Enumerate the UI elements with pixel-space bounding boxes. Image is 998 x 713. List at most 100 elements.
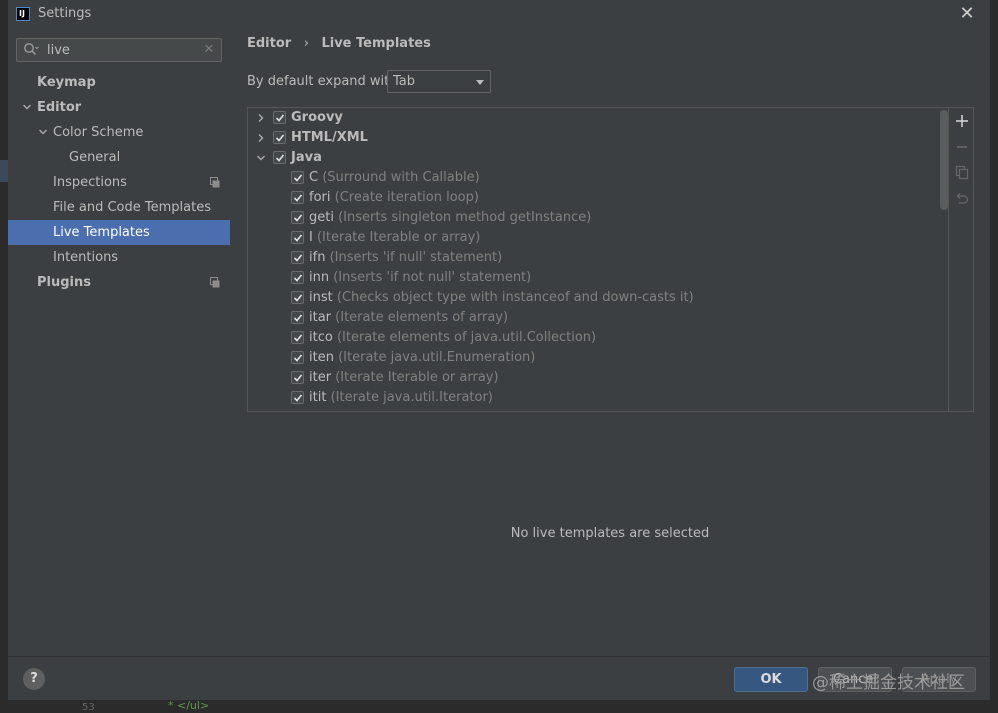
- template-row[interactable]: I (Iterate Iterable or array): [248, 228, 938, 248]
- template-row[interactable]: fori (Create iteration loop): [248, 188, 938, 208]
- editor-background: [8, 700, 990, 711]
- template-row[interactable]: C (Surround with Callable): [248, 168, 938, 188]
- group-name: Java: [291, 150, 322, 165]
- help-button[interactable]: ?: [23, 668, 45, 690]
- sidebar-item-label: File and Code Templates: [53, 200, 211, 215]
- breadcrumb-separator: ›: [303, 36, 309, 51]
- sidebar-item-label: Inspections: [53, 175, 127, 190]
- template-row[interactable]: itar (Iterate elements of array): [248, 308, 938, 328]
- template-checkbox[interactable]: [291, 231, 304, 244]
- template-abbreviation: inst: [309, 290, 333, 305]
- restore-icon[interactable]: [953, 190, 971, 208]
- clear-search-icon[interactable]: ✕: [201, 41, 217, 59]
- group-name: HTML/XML: [291, 130, 368, 145]
- template-group-groovy[interactable]: Groovy: [248, 108, 938, 128]
- expand-with-dropdown[interactable]: Tab: [387, 70, 491, 93]
- group-checkbox[interactable]: [273, 151, 286, 164]
- sidebar-item-file-and-code-templates[interactable]: File and Code Templates: [8, 195, 230, 220]
- template-abbreviation: I: [309, 230, 313, 245]
- settings-sidebar: ✕ Keymap Editor Color Scheme General Inspect…: [8, 30, 230, 656]
- sidebar-item-editor[interactable]: Editor: [8, 95, 230, 120]
- templates-tree-panel: Groovy HTML/XML Java C (Surround with Calla…: [247, 107, 974, 412]
- template-description: (Checks object type with instanceof and …: [336, 290, 694, 305]
- settings-search[interactable]: ✕: [16, 38, 222, 62]
- template-checkbox[interactable]: [291, 211, 304, 224]
- template-description: (Create iteration loop): [334, 190, 479, 205]
- template-checkbox[interactable]: [291, 391, 304, 404]
- template-checkbox[interactable]: [291, 371, 304, 384]
- template-checkbox[interactable]: [291, 331, 304, 344]
- sidebar-item-color-scheme[interactable]: Color Scheme: [8, 120, 230, 145]
- template-description: (Iterate elements of array): [335, 310, 509, 325]
- template-abbreviation: inn: [309, 270, 330, 285]
- template-abbreviation: itit: [309, 390, 327, 405]
- template-row[interactable]: iter (Iterate Iterable or array): [248, 368, 938, 388]
- template-abbreviation: itar: [309, 310, 332, 325]
- template-abbreviation: iten: [309, 350, 334, 365]
- editor-code-line: * </ul>: [168, 699, 210, 712]
- group-checkbox[interactable]: [273, 131, 286, 144]
- breadcrumb-live-templates: Live Templates: [321, 36, 431, 51]
- tree-scrollbar[interactable]: [940, 110, 948, 210]
- sidebar-item-label: Live Templates: [53, 225, 150, 240]
- checkmark-icon: [275, 154, 285, 162]
- sidebar-item-label: Editor: [37, 100, 82, 115]
- template-row[interactable]: inn (Inserts 'if not null' statement): [248, 268, 938, 288]
- group-checkbox[interactable]: [273, 111, 286, 124]
- template-description: (Iterate java.util.Enumeration): [338, 350, 536, 365]
- template-row[interactable]: inst (Checks object type with instanceof…: [248, 288, 938, 308]
- plus-icon[interactable]: [953, 112, 971, 130]
- template-row[interactable]: iten (Iterate java.util.Enumeration): [248, 348, 938, 368]
- template-description: (Iterate java.util.Iterator): [330, 390, 493, 405]
- sidebar-item-label: Plugins: [37, 275, 91, 290]
- template-row[interactable]: itit (Iterate java.util.Iterator): [248, 388, 938, 408]
- templates-toolbar: [948, 108, 973, 411]
- sidebar-item-inspections[interactable]: Inspections: [8, 170, 230, 195]
- template-row[interactable]: itco (Iterate elements of java.util.Coll…: [248, 328, 938, 348]
- sidebar-item-plugins[interactable]: Plugins: [8, 270, 230, 295]
- template-checkbox[interactable]: [291, 191, 304, 204]
- settings-dialog: IJ Settings ✕ ✕ Keymap Editor Color Scheme…: [8, 0, 990, 701]
- sidebar-item-label: Keymap: [37, 75, 96, 90]
- sidebar-item-keymap[interactable]: Keymap: [8, 70, 230, 95]
- template-description: (Iterate Iterable or array): [335, 370, 499, 385]
- template-checkbox[interactable]: [291, 351, 304, 364]
- template-description: (Surround with Callable): [322, 170, 480, 185]
- title-bar: IJ Settings ✕: [8, 0, 990, 30]
- minus-icon[interactable]: [953, 138, 971, 156]
- checkmark-icon: [293, 294, 303, 302]
- sidebar-item-live-templates[interactable]: Live Templates: [8, 220, 230, 245]
- sidebar-item-intentions[interactable]: Intentions: [8, 245, 230, 270]
- chevron-down-icon[interactable]: [22, 102, 32, 112]
- copy-icon[interactable]: [953, 164, 971, 182]
- close-icon[interactable]: ✕: [956, 3, 978, 25]
- template-abbreviation: iter: [309, 370, 332, 385]
- sidebar-item-general[interactable]: General: [8, 145, 230, 170]
- breadcrumb-editor[interactable]: Editor: [247, 36, 291, 51]
- template-checkbox[interactable]: [291, 271, 304, 284]
- chevron-right-icon[interactable]: [256, 113, 266, 123]
- template-row[interactable]: geti (Inserts singleton method getInstan…: [248, 208, 938, 228]
- chevron-down-icon: [476, 80, 484, 85]
- template-abbreviation: fori: [309, 190, 331, 205]
- template-checkbox[interactable]: [291, 251, 304, 264]
- template-group-html-xml[interactable]: HTML/XML: [248, 128, 938, 148]
- chevron-right-icon[interactable]: [256, 133, 266, 143]
- template-checkbox[interactable]: [291, 291, 304, 304]
- group-name: Groovy: [291, 110, 343, 125]
- watermark-text: @稀土掘金技术社区: [812, 673, 965, 693]
- chevron-down-icon[interactable]: [38, 127, 48, 137]
- sidebar-item-label: Color Scheme: [53, 125, 144, 140]
- template-row[interactable]: ifn (Inserts 'if null' statement): [248, 248, 938, 268]
- ok-button[interactable]: OK: [734, 667, 808, 692]
- checkmark-icon: [293, 214, 303, 222]
- template-abbreviation: geti: [309, 210, 334, 225]
- template-description: (Inserts 'if not null' statement): [333, 270, 532, 285]
- chevron-down-icon[interactable]: [256, 153, 266, 163]
- template-checkbox[interactable]: [291, 311, 304, 324]
- template-checkbox[interactable]: [291, 171, 304, 184]
- template-group-java[interactable]: Java: [248, 148, 938, 168]
- project-scope-icon: [210, 277, 220, 288]
- search-input[interactable]: [47, 41, 197, 59]
- project-scope-icon: [210, 177, 220, 188]
